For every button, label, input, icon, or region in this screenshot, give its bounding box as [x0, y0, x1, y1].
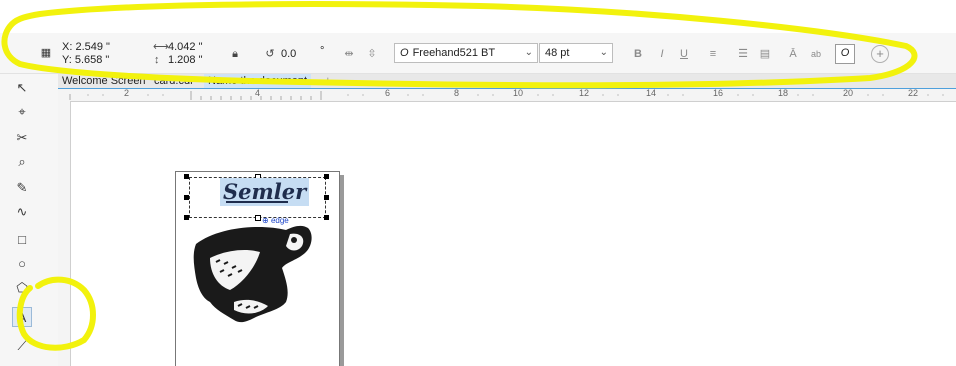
highlight-annotations — [1, 1, 918, 351]
